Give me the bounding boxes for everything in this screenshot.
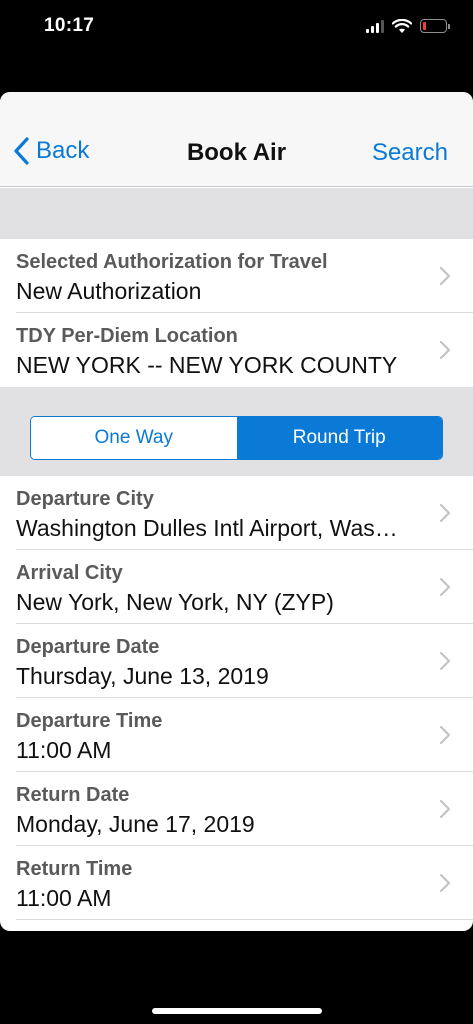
back-label: Back xyxy=(36,137,90,164)
chevron-right-icon xyxy=(439,340,451,360)
departure-time-row[interactable]: Departure Time 11:00 AM xyxy=(0,698,473,772)
chevron-right-icon xyxy=(439,799,451,819)
battery-icon xyxy=(420,19,450,33)
chevron-right-icon xyxy=(439,266,451,286)
trip-type-segmented-control: One Way Round Trip xyxy=(30,416,443,460)
chevron-right-icon xyxy=(439,503,451,523)
field-label: Return Time xyxy=(16,858,133,880)
chevron-right-icon xyxy=(439,577,451,597)
one-way-segment[interactable]: One Way xyxy=(31,417,237,459)
arrival-city-row[interactable]: Arrival City New York, New York, NY (ZYP… xyxy=(0,550,473,624)
field-value: 11:00 AM xyxy=(16,885,112,911)
round-trip-segment[interactable]: Round Trip xyxy=(236,417,442,459)
return-date-row[interactable]: Return Date Monday, June 17, 2019 xyxy=(0,772,473,846)
field-label: Departure City xyxy=(16,488,154,510)
status-bar: 10:17 xyxy=(0,0,473,92)
authorization-value: New Authorization xyxy=(16,278,202,304)
navigation-bar: Back Book Air Search xyxy=(0,92,473,187)
field-value: New York, New York, NY (ZYP) xyxy=(16,589,334,615)
back-button[interactable]: Back xyxy=(12,136,89,166)
chevron-right-icon xyxy=(439,651,451,671)
status-icons xyxy=(366,16,450,36)
field-label: Arrival City xyxy=(16,562,123,584)
field-value: Monday, June 17, 2019 xyxy=(16,811,255,837)
chevron-right-icon xyxy=(439,725,451,745)
departure-date-row[interactable]: Departure Date Thursday, June 13, 2019 xyxy=(0,624,473,698)
per-diem-location-row[interactable]: TDY Per-Diem Location NEW YORK -- NEW YO… xyxy=(0,313,473,387)
section-spacer xyxy=(0,188,473,239)
wifi-icon xyxy=(392,18,412,33)
field-value: Thursday, June 13, 2019 xyxy=(16,663,269,689)
field-label: Departure Time xyxy=(16,710,163,732)
field-value: 11:00 AM xyxy=(16,737,112,763)
chevron-right-icon xyxy=(439,873,451,893)
authorization-label: Selected Authorization for Travel xyxy=(16,251,328,273)
field-label: Departure Date xyxy=(16,636,160,658)
per-diem-label: TDY Per-Diem Location xyxy=(16,325,238,347)
field-value: Washington Dulles Intl Airport, Was… xyxy=(16,515,398,541)
app-screen: Back Book Air Search Selected Authorizat… xyxy=(0,92,473,931)
field-label: Return Date xyxy=(16,784,130,806)
authorization-row[interactable]: Selected Authorization for Travel New Au… xyxy=(0,239,473,313)
status-time: 10:17 xyxy=(44,15,95,36)
back-chevron-icon xyxy=(14,137,29,165)
home-indicator[interactable] xyxy=(152,1008,322,1014)
row-divider xyxy=(16,919,473,920)
search-button[interactable]: Search xyxy=(372,139,448,167)
per-diem-value: NEW YORK -- NEW YORK COUNTY xyxy=(16,352,398,378)
departure-city-row[interactable]: Departure City Washington Dulles Intl Ai… xyxy=(0,476,473,550)
return-time-row[interactable]: Return Time 11:00 AM xyxy=(0,846,473,920)
signal-icon xyxy=(366,19,384,33)
